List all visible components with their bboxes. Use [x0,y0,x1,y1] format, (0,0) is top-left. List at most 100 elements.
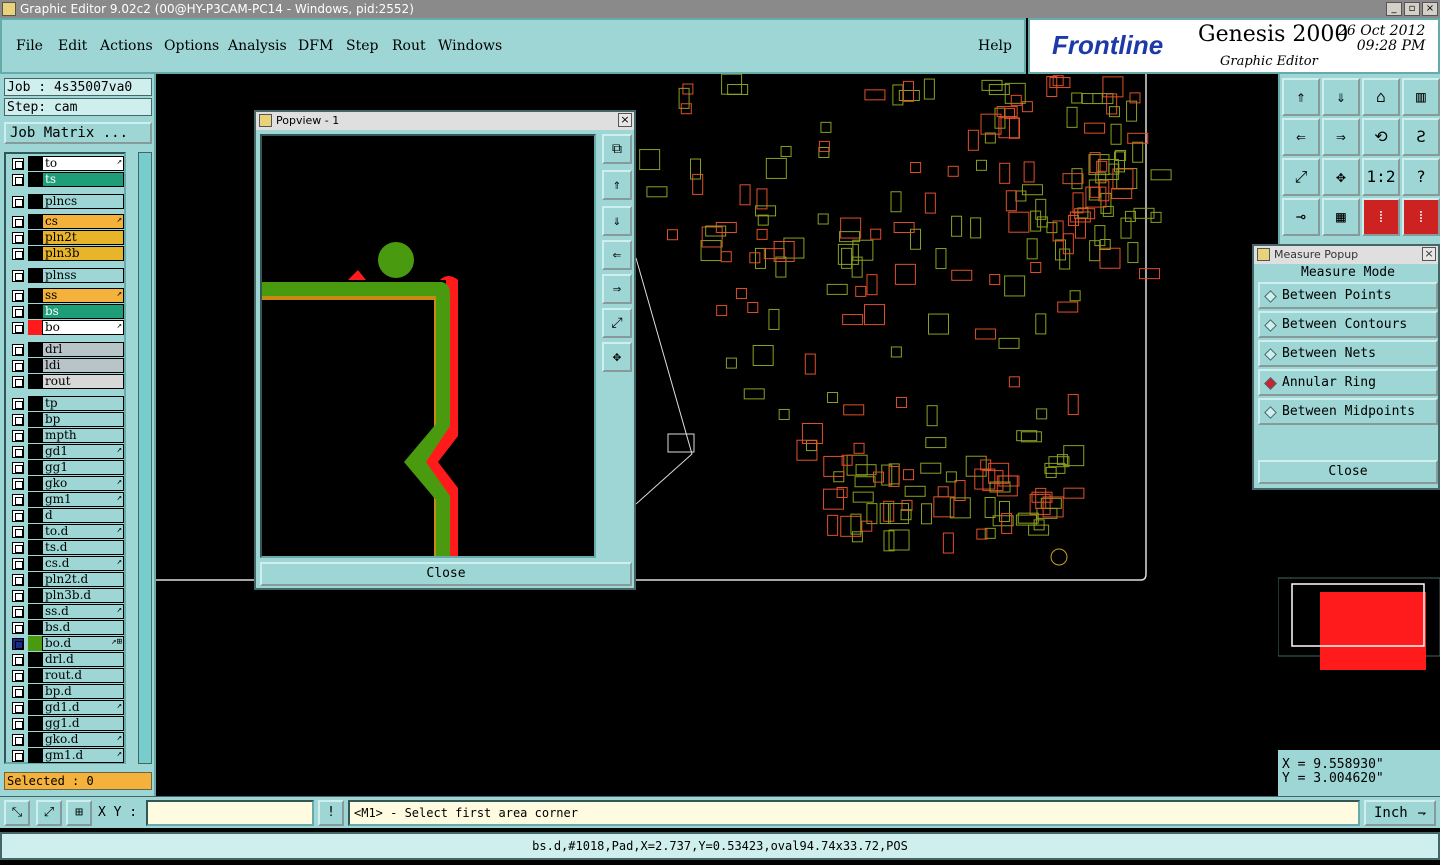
help-icon[interactable]: ? [1402,158,1440,196]
layer-name[interactable]: gko.d [42,732,124,747]
layer-color-swatch[interactable] [28,156,42,171]
layer-name[interactable]: cs [42,214,124,229]
layer-color-swatch[interactable] [28,748,42,763]
layer-color-swatch[interactable] [28,412,42,427]
layer-name[interactable]: gm1.d [42,748,124,763]
center-icon[interactable]: ✥ [1322,158,1360,196]
menu-help[interactable]: Help [978,38,1012,54]
layer-name[interactable]: ss.d [42,604,124,619]
menu-step[interactable]: Step [346,38,378,54]
layer-row[interactable]: cs.d ↗ [6,556,128,571]
layer-name[interactable]: to.d [42,524,124,539]
layer-name[interactable]: pln2t.d [42,572,124,587]
layer-row[interactable]: ts [6,172,128,187]
layer-checkbox[interactable] [12,430,24,442]
layer-row[interactable]: gd1 ↗ [6,444,128,459]
layer-name[interactable]: rout.d [42,668,124,683]
layer-name[interactable]: bs.d [42,620,124,635]
measure-option[interactable]: Between Contours [1258,311,1438,338]
layer-checkbox[interactable] [12,574,24,586]
measure-close-button[interactable]: Close [1258,460,1438,484]
layer-color-swatch[interactable] [28,304,42,319]
measure-option[interactable]: Annular Ring [1258,369,1438,396]
layer-checkbox[interactable] [12,270,24,282]
layer-row[interactable]: d [6,508,128,523]
layer-row[interactable]: plncs [6,194,128,209]
alert-icon[interactable]: ! [318,800,344,826]
layer-color-swatch[interactable] [28,172,42,187]
layer-name[interactable]: plncs [42,194,124,209]
layer-row[interactable]: bp.d [6,684,128,699]
menu-windows[interactable]: Windows [438,38,502,54]
layer-row[interactable]: ldi [6,358,128,373]
layer-color-swatch[interactable] [28,716,42,731]
layer-checkbox[interactable] [12,510,24,522]
layer-color-swatch[interactable] [28,732,42,747]
minimize-icon[interactable]: _ [1386,2,1402,16]
pan-right-icon[interactable]: ⇒ [1322,118,1360,156]
measure-close-icon[interactable]: × [1422,247,1436,261]
layer-row[interactable]: tp [6,396,128,411]
layer-row[interactable]: ss ↗ [6,288,128,303]
layer-name[interactable]: bp [42,412,124,427]
layer-name[interactable]: ss [42,288,124,303]
layer-name[interactable]: drl.d [42,652,124,667]
layer-name[interactable]: tp [42,396,124,411]
fit-screen-icon[interactable]: ⤢ [1282,158,1320,196]
layer-checkbox[interactable] [12,414,24,426]
layer-color-swatch[interactable] [28,668,42,683]
layer-checkbox[interactable] [12,398,24,410]
layer-color-swatch[interactable] [28,652,42,667]
layer-checkbox[interactable] [12,638,24,650]
popview-pan-right-icon[interactable]: ⇒ [602,274,632,304]
layer-name[interactable]: drl [42,342,124,357]
layer-checkbox[interactable] [12,654,24,666]
layer-checkbox[interactable] [12,360,24,372]
layer-name[interactable]: pln3b.d [42,588,124,603]
layer-row[interactable]: bs.d [6,620,128,635]
undo-icon[interactable]: ⟲ [1362,118,1400,156]
layer-checkbox[interactable] [12,670,24,682]
layer-row[interactable]: rout.d [6,668,128,683]
measure-option[interactable]: Between Points [1258,282,1438,309]
layer-checkbox[interactable] [12,478,24,490]
layer-color-swatch[interactable] [28,246,42,261]
layer-name[interactable]: pln3b [42,246,124,261]
net-red-icon[interactable]: ⁞ [1362,198,1400,236]
layer-row[interactable]: gko ↗ [6,476,128,491]
measure-option[interactable]: Between Nets [1258,340,1438,367]
layer-checkbox[interactable] [12,158,24,170]
layer-color-swatch[interactable] [28,700,42,715]
layer-row[interactable]: to.d ↗ [6,524,128,539]
layer-color-swatch[interactable] [28,492,42,507]
grid-snap-icon[interactable]: ⊞ [66,800,92,826]
layer-row[interactable]: cs ↗ [6,214,128,229]
layer-color-swatch[interactable] [28,374,42,389]
layer-row[interactable]: gg1 [6,460,128,475]
layer-checkbox[interactable] [12,306,24,318]
layer-color-swatch[interactable] [28,588,42,603]
layer-row[interactable]: gko.d ↗ [6,732,128,747]
zoom-in-icon[interactable]: ⇓ [1322,78,1360,116]
layer-color-swatch[interactable] [28,396,42,411]
layer-row[interactable]: mpth [6,428,128,443]
layer-color-swatch[interactable] [28,620,42,635]
layer-row[interactable]: gg1.d [6,716,128,731]
layer-color-swatch[interactable] [28,194,42,209]
layer-name[interactable]: pln2t [42,230,124,245]
layer-row[interactable]: drl [6,342,128,357]
layer-checkbox[interactable] [12,622,24,634]
layer-name[interactable]: gd1.d [42,700,124,715]
layer-checkbox[interactable] [12,232,24,244]
popview-pan-left-icon[interactable]: ⇐ [602,240,632,270]
popview-pan-up-icon[interactable]: ⇑ [602,170,632,200]
layer-row[interactable]: ss.d ↗ [6,604,128,619]
layer-row[interactable]: pln2t.d [6,572,128,587]
s-curve-icon[interactable]: Ƨ [1402,118,1440,156]
layer-color-swatch[interactable] [28,556,42,571]
layer-checkbox[interactable] [12,446,24,458]
layer-checkbox[interactable] [12,462,24,474]
layer-color-swatch[interactable] [28,268,42,283]
menu-analysis[interactable]: Analysis [228,38,287,54]
layer-color-swatch[interactable] [28,320,42,335]
